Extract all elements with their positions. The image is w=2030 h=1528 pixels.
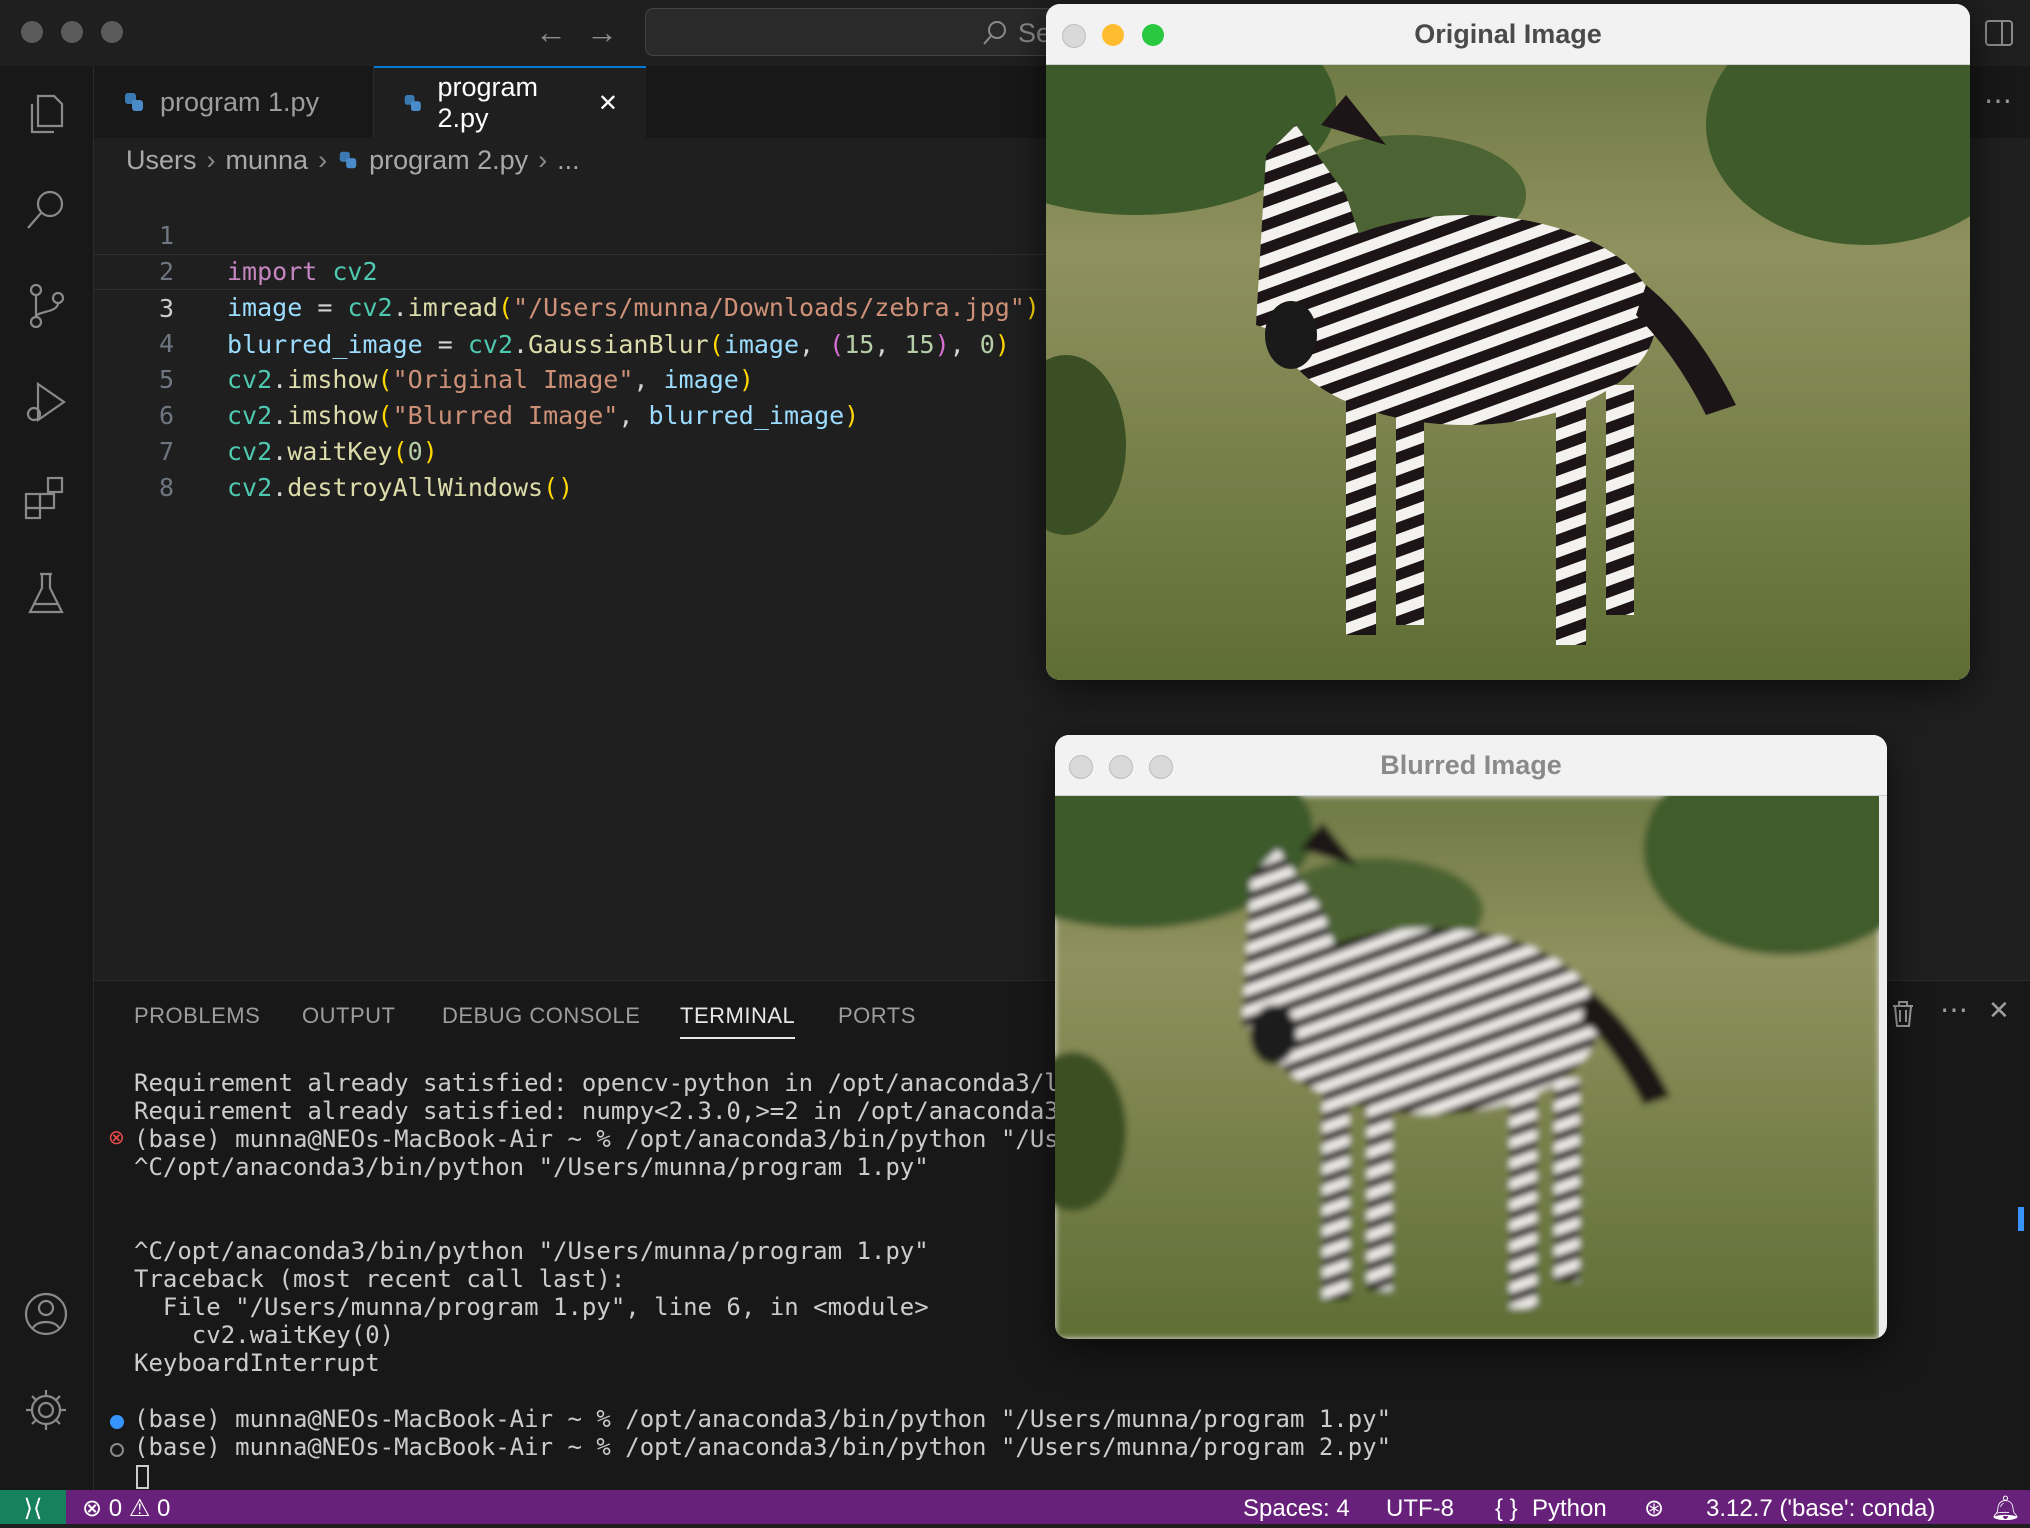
line-number: 8 [158,473,174,502]
terminal-line: (base) munna@NEOs-MacBook-Air ~ % /opt/a… [134,1433,1392,1461]
terminal-line: ^C/opt/anaconda3/bin/python "/Users/munn… [134,1153,929,1181]
close-tab-icon[interactable]: ✕ [598,89,618,118]
tab-terminal[interactable]: TERMINAL [680,1003,796,1039]
panel-more-actions-icon[interactable]: ⋯ [1940,993,1968,1026]
tab-program-1[interactable]: program 1.py [94,66,374,138]
forward-arrow-icon[interactable]: → [586,14,618,51]
extensions-icon[interactable] [18,470,74,526]
zebra-blurred-image [1055,796,1879,1339]
zoom-window-button[interactable] [1142,24,1164,46]
code-line-active: 3 blurred_image = cv2.GaussianBlur(image… [94,254,1054,359]
python-file-icon [339,151,357,169]
copilot-icon[interactable]: ⊛ [1644,1490,1664,1524]
chevron-right-icon: › [206,144,216,175]
close-window-button[interactable] [1062,24,1086,48]
code-line: 6 cv2.waitKey(0) [94,362,1054,466]
settings-gear-icon[interactable] [18,1382,74,1438]
code-line: 2 image = cv2.imread("/Users/munna/Downl… [94,218,1054,322]
error-icon: ⊗ [82,1495,103,1522]
zoom-window-button[interactable] [1149,755,1173,779]
search-icon [983,21,1006,45]
python-file-icon [404,94,421,112]
chevron-right-icon: › [318,144,328,175]
tab-debug-console[interactable]: DEBUG CONSOLE [442,1003,640,1029]
status-bar: ⟩⟨ ⊗ 0 ⚠ 0 Spaces: 4 UTF-8 { } Python ⊛ … [0,1490,2030,1524]
error-count: 0 [108,1495,123,1522]
language-mode[interactable]: Python [1532,1490,1607,1524]
braces-icon: { } [1495,1495,1518,1522]
tab-output[interactable]: OUTPUT [302,1003,395,1029]
close-window-button[interactable] [21,21,43,43]
code-line: 7 cv2.destroyAllWindows() [94,398,1054,502]
breadcrumb-item[interactable]: program 2.py [369,145,528,176]
python-interpreter[interactable]: 3.12.7 ('base': conda) [1706,1490,1935,1524]
breadcrumb: Users › munna › program 2.py › ... [126,142,580,178]
minimize-window-button[interactable] [61,21,83,43]
tab-ports[interactable]: PORTS [838,1003,916,1029]
command-success-dot-icon [110,1415,124,1429]
minimize-window-button[interactable] [1102,24,1124,46]
explorer-icon[interactable] [18,86,74,142]
encoding-setting[interactable]: UTF-8 [1386,1490,1454,1524]
zoom-window-button[interactable] [101,21,123,43]
errors-warnings[interactable]: ⊗ 0 ⚠ 0 [82,1490,170,1524]
tab-label: program 2.py [437,72,539,133]
window-title: Original Image [1046,4,1970,65]
search-icon[interactable] [18,182,74,238]
command-running-dot-icon [110,1443,124,1457]
terminal-line: (base) munna@NEOs-MacBook-Air ~ % /opt/a… [134,1405,1392,1433]
code-line: 8 [94,434,1054,502]
warning-icon: ⚠ [128,1495,151,1522]
chevron-right-icon: › [538,144,548,175]
window-title: Blurred Image [1055,735,1887,796]
terminal-line: Traceback (most recent call last): [134,1265,626,1293]
terminal-line: (base) munna@NEOs-MacBook-Air ~ % /opt/a… [134,1125,1088,1153]
breadcrumb-item[interactable]: munna [226,145,309,176]
indentation-setting[interactable]: Spaces: 4 [1243,1490,1350,1524]
code-line: 4 cv2.imshow("Original Image", image) [94,290,1054,394]
activity-bar [0,66,94,1490]
trash-icon[interactable] [1890,999,1916,1029]
terminal-line: ^C/opt/anaconda3/bin/python "/Users/munn… [134,1237,929,1265]
terminal-line: KeyboardInterrupt [134,1349,380,1377]
error-circle-icon: ⊗ [108,1127,125,1149]
breadcrumb-item[interactable]: ... [557,145,580,176]
code-line: 5 cv2.imshow("Blurred Image", blurred_im… [94,326,1054,430]
tab-problems[interactable]: PROBLEMS [134,1003,260,1029]
more-actions-icon[interactable]: ⋯ [1984,84,2012,117]
warning-count: 0 [157,1495,171,1522]
accounts-icon[interactable] [18,1286,74,1342]
code-line: 1 import cv2 [94,182,1054,286]
terminal-line: cv2.waitKey(0) [134,1321,395,1349]
terminal-line: File "/Users/munna/program 1.py", line 6… [134,1293,929,1321]
back-arrow-icon[interactable]: ← [535,14,567,51]
remote-indicator-icon[interactable]: ⟩⟨ [0,1490,66,1524]
zebra-image [1046,65,1970,680]
original-image-window: Original Image [1046,4,1970,680]
breadcrumb-item[interactable]: Users [126,145,197,176]
scroll-marker [2018,1207,2024,1231]
tab-program-2[interactable]: program 2.py ✕ [374,66,646,138]
python-file-icon [125,93,143,111]
blurred-image-window: Blurred Image [1055,735,1887,1339]
testing-icon[interactable] [18,566,74,622]
tab-label: program 1.py [160,86,320,117]
terminal-line: Requirement already satisfied: numpy<2.3… [134,1097,1088,1125]
close-window-button[interactable] [1069,755,1093,779]
notifications-bell-icon[interactable]: 🔔︎ [1990,1490,2020,1524]
close-panel-icon[interactable]: ✕ [1988,995,2010,1026]
minimize-window-button[interactable] [1109,755,1133,779]
toggle-secondary-sidebar-icon[interactable] [1984,18,2014,48]
code-editor[interactable]: 1 import cv2 2 image = cv2.imread("/User… [94,182,1054,982]
source-control-icon[interactable] [18,278,74,334]
run-debug-icon[interactable] [18,374,74,430]
terminal-line: Requirement already satisfied: opencv-py… [134,1069,1088,1097]
terminal-cursor[interactable] [136,1465,149,1489]
